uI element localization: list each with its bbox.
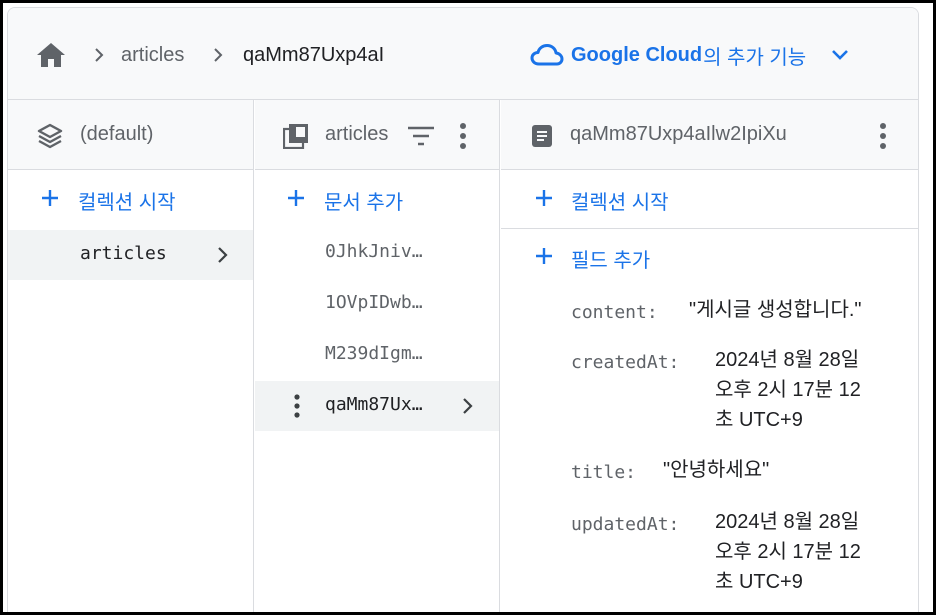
document-column: qaMm87Uxp4aIlw2IpiXu 컬렉션 시작 필드 추가 conten…	[501, 100, 918, 612]
google-cloud-extensions-button[interactable]: Google Cloud 의 추가 기능	[530, 38, 850, 72]
document-column-title: qaMm87Uxp4aIlw2IpiXu	[570, 123, 787, 145]
collection-column: articles 문서 추가 0JhkJniv… 1OVpIDwb… M239d…	[255, 100, 500, 612]
document-id: 1OVpIDwb…	[325, 292, 423, 313]
document-id: M239dIgm…	[325, 343, 423, 364]
field-key: title:	[571, 462, 637, 483]
document-id: qaMm87Ux…	[325, 394, 423, 415]
start-subcollection-button[interactable]: 컬렉션 시작	[501, 171, 918, 229]
chevron-down-icon	[832, 50, 849, 60]
add-document-label: 문서 추가	[324, 192, 404, 214]
collection-item-articles[interactable]: articles	[8, 230, 253, 280]
google-cloud-label: Google Cloud	[571, 43, 703, 66]
chevron-right-icon	[463, 398, 473, 414]
field-value-line: 2024년 8월 28일	[715, 511, 860, 533]
root-column: (default) 컬렉션 시작 articles	[8, 100, 254, 612]
collection-item-label: articles	[80, 243, 167, 264]
field-value-line: 초 UTC+9	[715, 571, 803, 593]
field-value-line: 초 UTC+9	[715, 409, 803, 431]
add-document-button[interactable]: 문서 추가	[255, 171, 499, 227]
collection-icon	[283, 124, 308, 149]
root-column-header: (default)	[8, 100, 253, 170]
more-vert-icon[interactable]	[879, 122, 887, 150]
plus-icon	[42, 190, 58, 206]
field-value-line: 오후 2시 17분 12	[715, 541, 861, 563]
top-bar: articles qaMm87Uxp4aI Google Cloud 의 추가 …	[8, 8, 918, 100]
document-id: 0JhkJniv…	[325, 241, 423, 262]
breadcrumb-articles[interactable]: articles	[121, 43, 184, 67]
document-icon	[532, 125, 552, 147]
breadcrumb-document[interactable]: qaMm87Uxp4aI	[243, 43, 384, 67]
document-item-selected[interactable]: qaMm87Ux…	[255, 381, 499, 431]
extensions-label: 의 추가 기능	[703, 46, 807, 69]
add-field-button[interactable]: 필드 추가	[501, 229, 918, 285]
start-collection-label: 컬렉션 시작	[78, 192, 176, 214]
database-stack-icon	[37, 123, 63, 149]
field-key: updatedAt:	[571, 514, 680, 535]
chevron-right-icon	[218, 247, 228, 263]
field-value: "게시글 생성합니다."	[689, 299, 862, 321]
plus-icon	[536, 190, 552, 206]
add-field-label: 필드 추가	[571, 250, 651, 272]
document-item[interactable]: 1OVpIDwb…	[255, 279, 499, 329]
document-item[interactable]: M239dIgm…	[255, 330, 499, 380]
document-column-header: qaMm87Uxp4aIlw2IpiXu	[501, 100, 918, 170]
plus-icon	[288, 190, 304, 206]
field-value-line: 2024년 8월 28일	[715, 349, 860, 371]
field-value-line: 오후 2시 17분 12	[715, 379, 861, 401]
plus-icon	[536, 248, 552, 264]
collection-column-header: articles	[255, 100, 499, 170]
filter-icon[interactable]	[407, 126, 435, 146]
start-collection-button[interactable]: 컬렉션 시작	[8, 171, 253, 227]
document-item[interactable]: 0JhkJniv…	[255, 228, 499, 278]
firestore-panel: articles qaMm87Uxp4aI Google Cloud 의 추가 …	[7, 7, 919, 612]
field-value: "안녕하세요"	[663, 459, 770, 481]
collection-column-title: articles	[325, 123, 389, 145]
window-frame: articles qaMm87Uxp4aI Google Cloud 의 추가 …	[0, 0, 936, 615]
root-column-title: (default)	[80, 123, 154, 145]
chevron-right-icon	[214, 48, 223, 62]
home-icon[interactable]	[36, 42, 66, 68]
more-vert-icon[interactable]	[293, 394, 301, 418]
chevron-right-icon	[95, 48, 104, 62]
start-subcollection-label: 컬렉션 시작	[571, 192, 669, 214]
field-key: content:	[571, 302, 658, 323]
more-vert-icon[interactable]	[459, 122, 467, 150]
cloud-icon	[530, 44, 564, 66]
field-key: createdAt:	[571, 352, 680, 373]
